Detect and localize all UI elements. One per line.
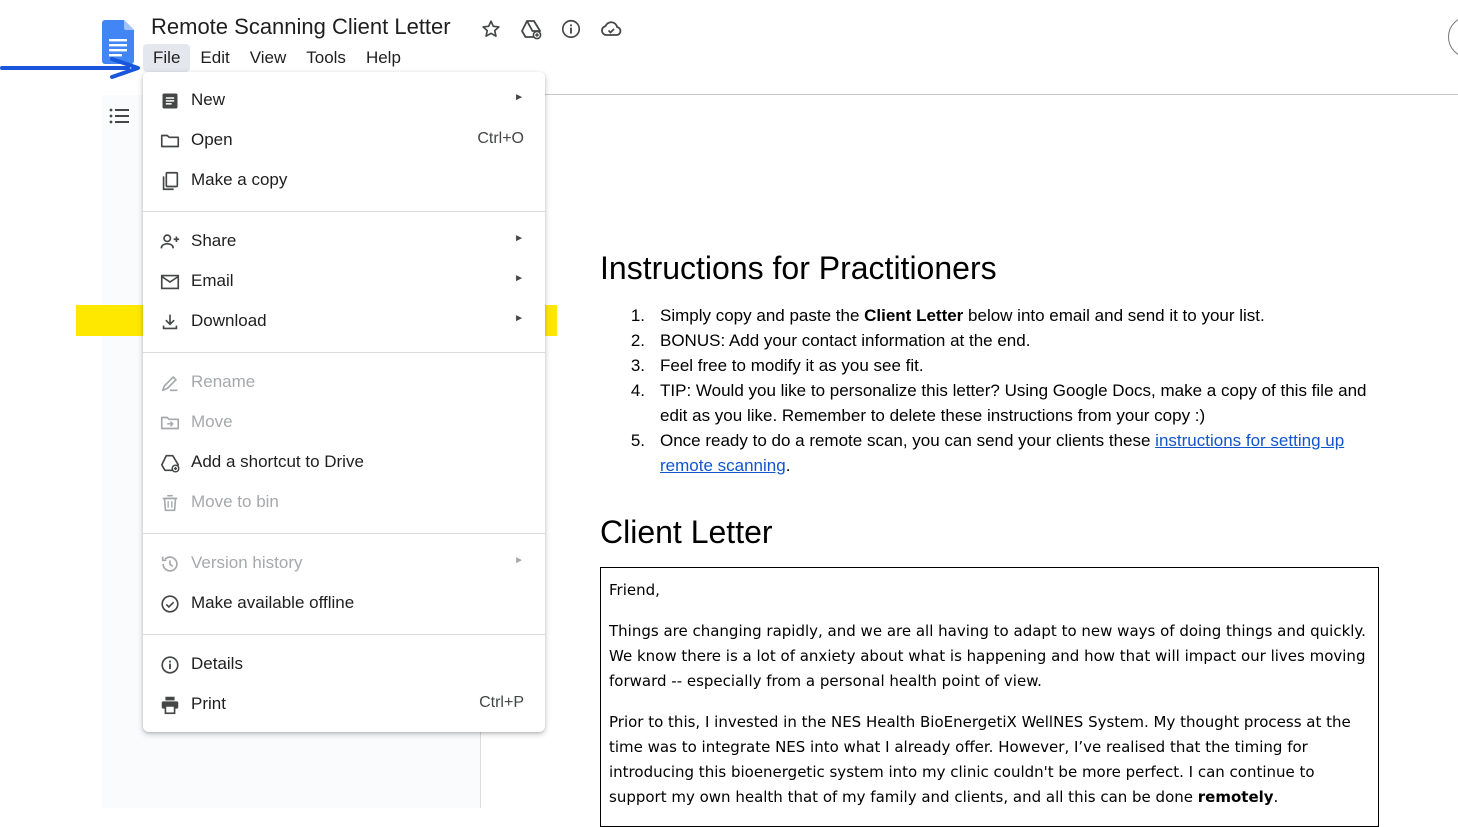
share-person-add-icon xyxy=(159,231,181,253)
document-icon xyxy=(159,90,181,112)
move-folder-icon xyxy=(159,412,181,434)
list-item: 4. TIP: Would you like to personalize thi… xyxy=(630,381,1367,425)
menu-file[interactable]: File xyxy=(143,44,191,72)
annotation-arrow xyxy=(0,57,140,79)
menu-bar: File Edit View Tools Help xyxy=(143,44,411,72)
menu-item-add-shortcut[interactable]: Add a shortcut to Drive xyxy=(143,442,545,482)
star-icon[interactable] xyxy=(478,16,504,42)
menu-item-make-copy[interactable]: Make a copy xyxy=(143,160,545,200)
menu-item-make-offline[interactable]: Make available offline xyxy=(143,583,545,623)
submenu-arrow-icon: ► xyxy=(514,92,524,103)
document-title[interactable]: Remote Scanning Client Letter xyxy=(151,14,451,40)
menu-separator xyxy=(143,533,545,534)
menu-item-email[interactable]: Email ► xyxy=(143,261,545,301)
mail-icon xyxy=(159,271,181,293)
menu-separator xyxy=(143,211,545,212)
letter-paragraph-1: Things are changing rapidly, and we are … xyxy=(609,622,1366,690)
submenu-arrow-icon: ► xyxy=(514,233,524,244)
info-icon[interactable] xyxy=(558,16,584,42)
move-to-drive-icon[interactable] xyxy=(518,16,544,42)
menu-edit[interactable]: Edit xyxy=(190,44,239,72)
menu-separator xyxy=(143,352,545,353)
menu-view[interactable]: View xyxy=(240,44,297,72)
list-item: 1. Simply copy and paste the Client Lette… xyxy=(630,306,1265,325)
menu-item-move-to-bin[interactable]: Move to bin xyxy=(143,482,545,522)
rename-pencil-icon xyxy=(159,372,181,394)
menu-item-rename[interactable]: Rename xyxy=(143,362,545,402)
client-letter-box: Friend, Things are changing rapidly, and… xyxy=(600,567,1379,827)
account-avatar[interactable] xyxy=(1448,16,1458,58)
submenu-arrow-icon: ► xyxy=(514,273,524,284)
menu-item-open[interactable]: Open Ctrl+O xyxy=(143,120,545,160)
file-menu: New ► Open Ctrl+O Make a copy Share ► Em… xyxy=(143,72,545,732)
menu-item-details[interactable]: Details xyxy=(143,644,545,684)
copy-icon xyxy=(159,170,181,192)
list-item: 2. BONUS: Add your contact information at… xyxy=(630,331,1031,350)
drive-add-shortcut-icon xyxy=(159,452,181,474)
menu-separator xyxy=(143,634,545,635)
info-icon xyxy=(159,654,181,676)
offline-check-icon xyxy=(159,593,181,615)
heading-instructions: Instructions for Practitioners xyxy=(600,250,997,286)
letter-paragraph-2: Prior to this, I invested in the NES Hea… xyxy=(609,713,1351,806)
letter-greeting: Friend, xyxy=(609,581,660,599)
menu-item-version-history[interactable]: Version history ► xyxy=(143,543,545,583)
folder-icon xyxy=(159,130,181,152)
submenu-arrow-icon: ► xyxy=(514,555,524,566)
document-outline-icon[interactable] xyxy=(107,104,131,128)
menu-item-print[interactable]: Print Ctrl+P xyxy=(143,684,545,724)
download-icon xyxy=(159,311,181,333)
menu-tools[interactable]: Tools xyxy=(296,44,356,72)
instructions-list: 1. Simply copy and paste the Client Lette… xyxy=(625,303,1385,478)
trash-icon xyxy=(159,492,181,514)
heading-client-letter: Client Letter xyxy=(600,514,773,550)
list-item: 3. Feel free to modify it as you see fit. xyxy=(630,356,924,375)
menu-item-move[interactable]: Move xyxy=(143,402,545,442)
submenu-arrow-icon: ► xyxy=(514,313,524,324)
menu-item-share[interactable]: Share ► xyxy=(143,221,545,261)
printer-icon xyxy=(159,694,181,716)
menu-help[interactable]: Help xyxy=(356,44,411,72)
menu-item-download[interactable]: Download ► xyxy=(143,301,545,341)
list-item: 5. Once ready to do a remote scan, you ca… xyxy=(630,431,1345,475)
menu-item-new[interactable]: New ► xyxy=(143,80,545,120)
history-icon xyxy=(159,553,181,575)
cloud-saved-icon[interactable] xyxy=(598,16,624,42)
